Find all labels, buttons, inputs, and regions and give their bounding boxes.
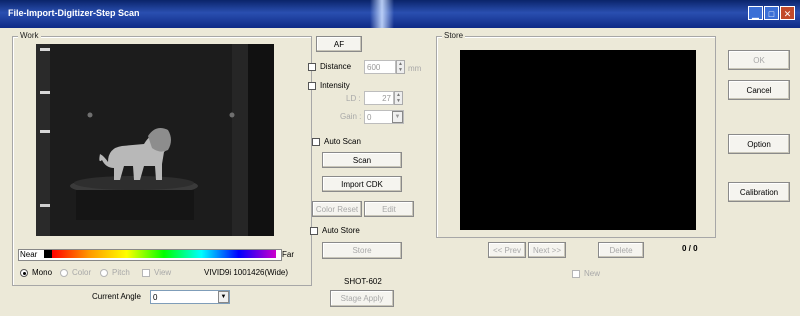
mode-mono-label: Mono <box>32 268 53 277</box>
window-title: File-Import-Digitizer-Step Scan <box>8 8 140 18</box>
maximize-icon[interactable]: □ <box>764 6 779 20</box>
ld-input[interactable]: 27 <box>364 91 394 105</box>
current-angle-value: 0 <box>153 293 158 302</box>
distance-label: Distance <box>320 62 352 71</box>
af-button[interactable]: AF <box>316 36 362 52</box>
view-checkbox[interactable] <box>142 269 150 277</box>
far-label: Far <box>282 250 294 259</box>
mode-mono-radio[interactable] <box>20 269 28 277</box>
distance-input[interactable]: 600 <box>364 60 396 74</box>
near-swatch <box>44 250 52 258</box>
title-bar[interactable]: File-Import-Digitizer-Step Scan ▁ □ ✕ <box>0 0 800 28</box>
import-cdk-button[interactable]: Import CDK <box>322 176 402 192</box>
distance-unit: mm <box>408 64 422 73</box>
auto-scan-label: Auto Scan <box>324 137 361 146</box>
gain-chevron-down-icon[interactable]: ▼ <box>392 111 403 123</box>
minimize-icon[interactable]: ▁ <box>748 6 763 20</box>
chevron-down-icon[interactable]: ▼ <box>218 291 229 303</box>
store-counter: 0 / 0 <box>682 244 698 253</box>
work-group-label: Work <box>18 31 41 40</box>
calibration-button[interactable]: Calibration <box>728 182 790 202</box>
mode-pitch-radio[interactable] <box>100 269 108 277</box>
store-group-label: Store <box>442 31 466 40</box>
store-button[interactable]: Store <box>322 242 402 259</box>
ok-button[interactable]: OK <box>728 50 790 70</box>
camera-preview <box>36 44 274 236</box>
gain-value: 0 <box>367 113 372 122</box>
stage-apply-button[interactable]: Stage Apply <box>330 290 394 307</box>
new-checkbox[interactable] <box>572 270 580 278</box>
auto-scan-checkbox[interactable] <box>312 138 320 146</box>
color-reset-button[interactable]: Color Reset <box>312 201 362 217</box>
auto-store-label: Auto Store <box>322 226 360 235</box>
current-angle-label: Current Angle <box>92 292 141 301</box>
gain-label: Gain : <box>340 112 362 121</box>
intensity-label: Intensity <box>320 81 350 90</box>
device-info: VIVID9i 1001426(Wide) <box>204 268 289 277</box>
auto-store-checkbox[interactable] <box>310 227 318 235</box>
mode-color-radio[interactable] <box>60 269 68 277</box>
mode-color-label: Color <box>72 268 92 277</box>
next-button[interactable]: Next >> <box>528 242 566 258</box>
delete-button[interactable]: Delete <box>598 242 644 258</box>
ld-label: LD : <box>346 94 361 103</box>
depth-gradient <box>52 250 276 258</box>
distance-value: 600 <box>367 63 381 72</box>
edit-button[interactable]: Edit <box>364 201 414 217</box>
store-preview <box>460 50 696 230</box>
preview-scene-icon <box>36 44 274 236</box>
dialog-client: Work Near Far Mono Color Pitch View VIVI… <box>8 28 792 312</box>
distance-spinner-icon[interactable]: ▲ ▼ <box>396 60 405 74</box>
close-icon[interactable]: ✕ <box>780 6 795 20</box>
mode-pitch-label: Pitch <box>112 268 130 277</box>
scan-button[interactable]: Scan <box>322 152 402 168</box>
ld-value: 27 <box>382 94 391 103</box>
distance-checkbox[interactable] <box>308 63 316 71</box>
prev-button[interactable]: << Prev <box>488 242 526 258</box>
stage-model: SHOT-602 <box>344 277 382 286</box>
near-label: Near <box>20 250 38 259</box>
view-label: View <box>154 268 172 277</box>
intensity-checkbox[interactable] <box>308 82 316 90</box>
title-glow <box>370 0 394 28</box>
new-label: New <box>584 269 601 278</box>
ld-spinner-icon[interactable]: ▲ ▼ <box>394 91 403 105</box>
option-button[interactable]: Option <box>728 134 790 154</box>
cancel-button[interactable]: Cancel <box>728 80 790 100</box>
